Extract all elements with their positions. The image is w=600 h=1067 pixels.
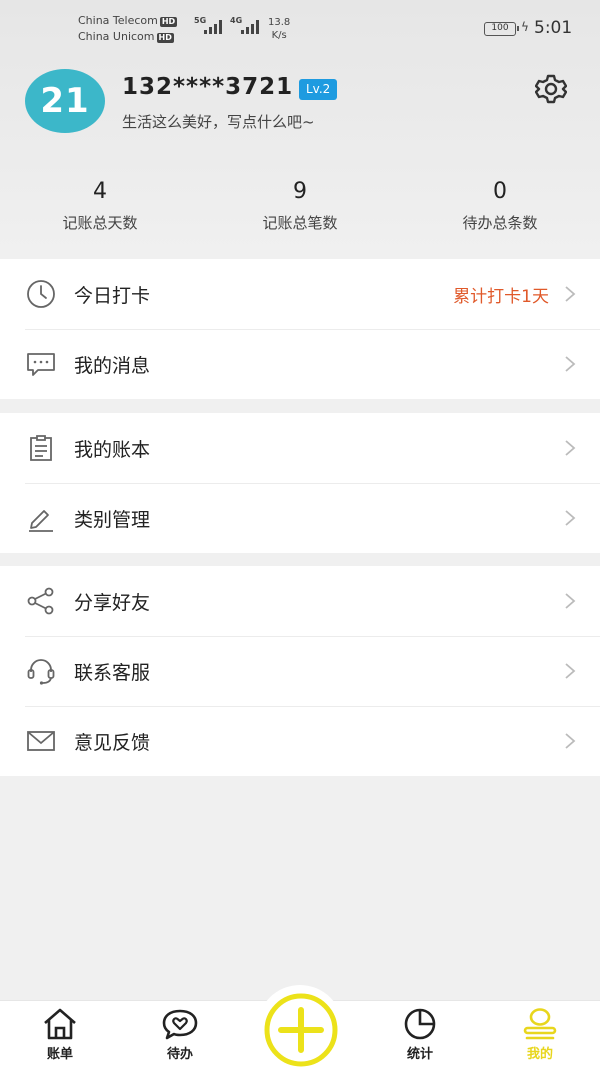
menu-item-share[interactable]: 分享好友 (0, 566, 600, 636)
chevron-right-icon (565, 286, 576, 302)
message-icon (27, 353, 55, 376)
profile-icon (523, 1008, 557, 1040)
chevron-right-icon (565, 593, 576, 609)
carrier-2: China Unicom HD (78, 30, 174, 43)
heart-chat-icon (162, 1009, 198, 1040)
mail-icon (27, 731, 55, 751)
menu-item-feedback[interactable]: 意见反馈 (0, 706, 600, 776)
signal-icon (204, 18, 222, 34)
username: 132****3721 (122, 74, 294, 100)
avatar[interactable]: 21 (25, 69, 105, 133)
battery-icon: 100 (484, 22, 519, 36)
tab-todo[interactable]: 待办 (140, 1007, 220, 1062)
ledger-icon (30, 435, 52, 461)
chevron-right-icon (565, 733, 576, 749)
share-icon (27, 587, 54, 615)
network-speed: 13.8 K/s (268, 17, 291, 41)
menu-group-2: 我的账本 类别管理 (0, 413, 600, 553)
clock-time: 5:01 (534, 18, 573, 38)
stat-total-todos: 0 待办总条数 (462, 179, 538, 232)
chevron-right-icon (565, 663, 576, 679)
chevron-right-icon (565, 510, 576, 526)
level-badge: Lv.2 (299, 79, 338, 100)
menu-item-messages[interactable]: 我的消息 (0, 329, 600, 399)
gear-icon[interactable] (535, 73, 567, 105)
menu-item-checkin[interactable]: 今日打卡 累计打卡1天 (0, 259, 600, 329)
stats-row: 4 记账总天数 9 记账总笔数 0 待办总条数 (0, 178, 600, 233)
charging-icon: ϟ (521, 20, 529, 34)
pie-chart-icon (404, 1008, 436, 1040)
tab-mine[interactable]: 我的 (500, 1007, 580, 1062)
home-icon (44, 1008, 76, 1040)
signal-icon (241, 18, 259, 34)
stat-total-days: 4 记账总天数 (62, 179, 138, 232)
chevron-right-icon (565, 440, 576, 456)
signature-text[interactable]: 生活这么美好，写点什么吧~ (122, 111, 315, 132)
chevron-right-icon (565, 356, 576, 372)
menu-group-1: 今日打卡 累计打卡1天 我的消息 (0, 259, 600, 399)
stat-total-records: 9 记账总笔数 (262, 179, 338, 232)
menu-group-3: 分享好友 联系客服 意见反馈 (0, 566, 600, 776)
menu-item-ledger[interactable]: 我的账本 (0, 413, 600, 483)
add-record-button[interactable] (263, 992, 339, 1067)
menu-item-categories[interactable]: 类别管理 (0, 483, 600, 553)
status-bar: China Telecom HD China Unicom HD 5G 4G 13.… (0, 0, 600, 52)
edit-icon (29, 510, 53, 532)
clock-icon (27, 280, 55, 308)
tab-bills[interactable]: 账单 (20, 1007, 100, 1062)
checkin-count: 累计打卡1天 (453, 287, 549, 307)
tab-statistics[interactable]: 统计 (380, 1007, 460, 1062)
menu-item-support[interactable]: 联系客服 (0, 636, 600, 706)
carrier-1: China Telecom HD (78, 14, 178, 27)
headset-icon (27, 659, 55, 685)
